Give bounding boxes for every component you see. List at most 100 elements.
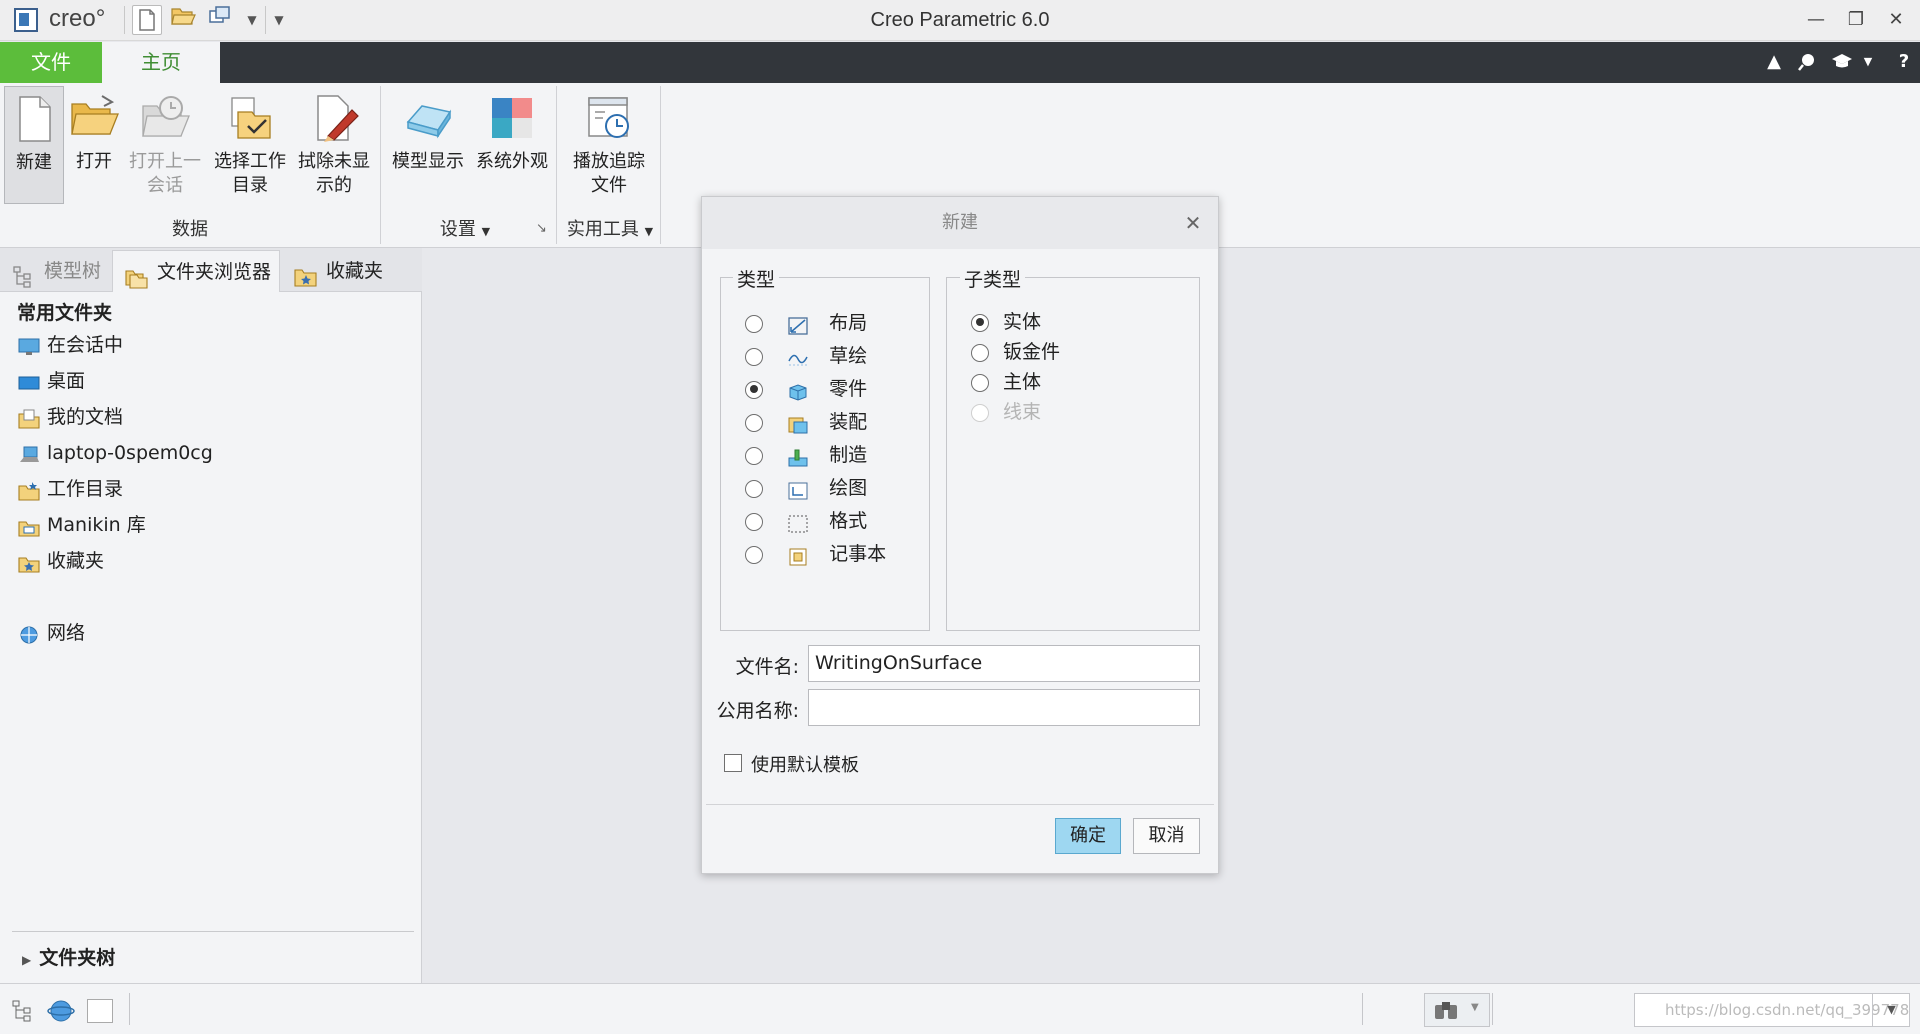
radio-button[interactable] (971, 343, 989, 362)
common-name-label: 公用名称: (716, 700, 799, 722)
folder-item-label: 收藏夹 (47, 550, 105, 572)
system-appearance-button[interactable]: 系统外观 (472, 86, 552, 204)
ribbon-group-separator (380, 86, 381, 244)
utilities-group-label[interactable]: 实用工具 ▼ (562, 215, 658, 241)
type-option-assembly[interactable]: 装配 (745, 406, 867, 439)
dialog-close-icon[interactable]: ✕ (1180, 208, 1206, 238)
restore-button[interactable]: ❐ (1841, 7, 1871, 33)
working-directory-icon (224, 92, 276, 144)
open-folder-icon (68, 92, 120, 144)
use-default-template-checkbox[interactable] (724, 754, 742, 772)
play-trail-file-icon (583, 92, 635, 144)
use-default-template-label: 使用默认模板 (751, 755, 859, 776)
filter-dropdown[interactable]: https://blog.csdn.net/qq_39977817 (1634, 993, 1910, 1027)
folder-item-laptop[interactable]: laptop-0spem0cg (18, 438, 213, 468)
minimize-button[interactable]: — (1801, 7, 1831, 33)
folder-item-desktop[interactable]: 桌面 (18, 366, 85, 396)
radio-button[interactable] (745, 314, 763, 333)
type-option-format[interactable]: 格式 (745, 505, 867, 538)
working-dir-folder-icon (18, 480, 40, 501)
settings-dialog-launcher-icon[interactable]: ↘ (536, 221, 547, 236)
common-name-input[interactable] (808, 689, 1200, 726)
folder-item-my-documents[interactable]: 我的文档 (18, 402, 123, 432)
play-trail-file-label: 播放追踪文件 (573, 151, 645, 196)
full-screen-icon[interactable] (87, 999, 113, 1023)
type-option-label: 绘图 (829, 477, 868, 499)
browser-globe-icon[interactable] (47, 997, 75, 1025)
navigator-toggle-icon[interactable] (9, 997, 37, 1025)
close-window-button[interactable]: ✕ (1881, 7, 1911, 33)
open-last-session-button[interactable]: 打开上一会话 (124, 86, 206, 204)
erase-not-displayed-button[interactable]: 拭除未显示的 (294, 86, 374, 204)
radio-button[interactable] (745, 380, 763, 399)
filename-input[interactable]: WritingOnSurface (808, 645, 1200, 682)
type-option-manufacturing[interactable]: 制造 (745, 439, 867, 472)
model-tree-icon (12, 261, 36, 288)
radio-button[interactable] (745, 479, 763, 498)
part-cube-icon (787, 380, 809, 401)
folder-item-favorites[interactable]: 收藏夹 (18, 546, 104, 576)
folder-item-network[interactable]: 网络 (18, 618, 85, 648)
type-option-label: 装配 (829, 411, 868, 433)
help-icon[interactable]: ? (1892, 49, 1916, 75)
radio-button[interactable] (745, 512, 763, 531)
tab-model-tree[interactable]: 模型树 (0, 250, 112, 292)
settings-group-label[interactable]: 设置 ▼ (390, 215, 540, 241)
open-last-session-label: 打开上一会话 (129, 151, 201, 196)
radio-button[interactable] (745, 545, 763, 564)
folder-item-label: 工作目录 (47, 478, 124, 500)
folder-item-in-session[interactable]: 在会话中 (18, 330, 123, 360)
settings-dropdown-arrow-icon: ▼ (481, 225, 491, 238)
radio-button[interactable] (745, 347, 763, 366)
subtype-option-sheetmetal[interactable]: 钣金件 (971, 336, 1060, 369)
type-option-label: 记事本 (829, 543, 887, 565)
type-option-part[interactable]: 零件 (745, 373, 867, 406)
type-option-layout[interactable]: 布局 (745, 307, 867, 340)
tab-home[interactable]: 主页 (102, 42, 220, 83)
folder-tree-toggle[interactable]: ▶ 文件夹树 (22, 943, 115, 970)
documents-folder-icon (18, 408, 40, 429)
subtype-option-label: 实体 (1003, 311, 1042, 333)
new-button[interactable]: 新建 (4, 86, 64, 204)
filter-dropdown-arrow-icon[interactable]: ▼ (1872, 993, 1910, 1027)
type-option-label: 草绘 (829, 345, 868, 367)
radio-button (971, 403, 989, 422)
tab-file[interactable]: 文件 (0, 42, 102, 83)
session-monitor-icon (18, 336, 40, 356)
type-option-drawing[interactable]: 绘图 (745, 472, 867, 505)
play-trail-file-button[interactable]: 播放追踪文件 (564, 86, 654, 204)
tab-model-tree-label: 模型树 (44, 260, 102, 282)
learning-hat-icon[interactable] (1830, 49, 1854, 75)
subtype-option-bulk[interactable]: 主体 (971, 366, 1041, 399)
radio-button[interactable] (745, 446, 763, 465)
model-display-button[interactable]: 模型显示 (388, 86, 468, 204)
collapse-ribbon-icon[interactable]: ▲ (1762, 49, 1786, 75)
select-working-directory-button[interactable]: 选择工作目录 (210, 86, 290, 204)
utilities-dropdown-arrow-icon: ▼ (644, 225, 654, 238)
open-button[interactable]: 打开 (66, 86, 122, 204)
select-working-directory-label: 选择工作目录 (214, 151, 286, 196)
type-option-sketch[interactable]: 草绘 (745, 340, 867, 373)
type-option-label: 制造 (829, 444, 868, 466)
cancel-button[interactable]: 取消 (1133, 818, 1200, 854)
type-group-label: 类型 (733, 265, 780, 292)
subtype-option-harness: 线束 (971, 396, 1041, 429)
subtype-option-solid[interactable]: 实体 (971, 306, 1041, 339)
system-appearance-label: 系统外观 (476, 151, 548, 172)
tab-folder-browser[interactable]: 文件夹浏览器 (112, 250, 280, 292)
tab-favorites[interactable]: 收藏夹 (282, 250, 404, 292)
selection-filter-button[interactable]: ▼ (1424, 993, 1490, 1027)
radio-button[interactable] (971, 373, 989, 392)
radio-button[interactable] (971, 313, 989, 332)
ok-button[interactable]: 确定 (1055, 818, 1121, 854)
learning-dropdown-arrow-icon[interactable]: ▼ (1856, 49, 1880, 75)
folder-item-working-directory[interactable]: 工作目录 (18, 474, 123, 504)
search-icon[interactable] (1795, 49, 1819, 75)
window-title: Creo Parametric 6.0 (870, 9, 1050, 31)
folder-item-label: 我的文档 (47, 406, 124, 428)
folder-item-manikin-library[interactable]: Manikin 库 (18, 510, 146, 540)
dialog-title: 新建 (942, 212, 978, 233)
radio-button[interactable] (745, 413, 763, 432)
status-separator (1362, 993, 1363, 1025)
type-option-notebook[interactable]: 记事本 (745, 538, 886, 571)
